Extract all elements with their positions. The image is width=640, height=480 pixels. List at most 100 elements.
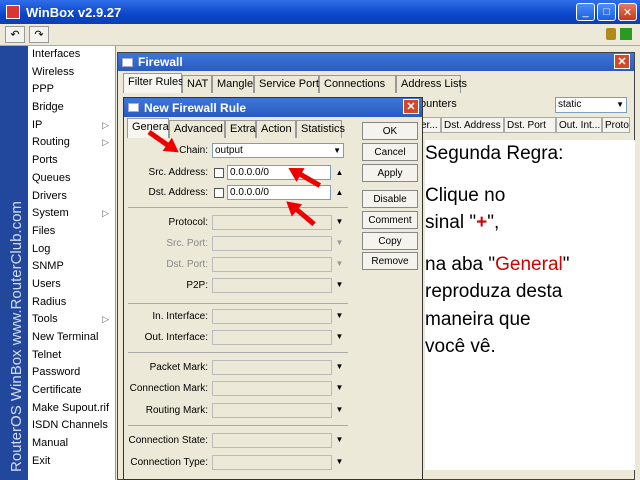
sidebar-item[interactable]: ISDN Channels [28, 417, 115, 435]
sidebar-item[interactable]: Users [28, 276, 115, 294]
instruction-note: Segunda Regra: Clique no sinal "+", na ab… [425, 140, 635, 470]
lock-icon [606, 28, 616, 40]
brand-bar: RouterOS WinBox www.RouterClub.com [0, 46, 28, 480]
chevron-down-icon[interactable]: ▼ [335, 362, 344, 372]
field-input[interactable] [212, 455, 332, 470]
chevron-down-icon[interactable]: ▼ [335, 280, 344, 290]
field-input[interactable] [212, 330, 332, 345]
field-label: In. Interface: [152, 311, 208, 322]
tab-firewall[interactable]: Filter Rules [123, 73, 184, 93]
dst-address-label: Dst. Address: [148, 187, 208, 198]
rule-button[interactable]: Copy [362, 232, 418, 250]
field-label: Routing Mark: [145, 405, 208, 416]
rule-button[interactable]: Cancel [362, 143, 418, 161]
sidebar-item[interactable]: New Terminal [28, 329, 115, 347]
sidebar-item[interactable]: Certificate [28, 382, 115, 400]
sidebar-menu: Interfaces Wireless PPP Bridge IP ▷ Routing ▷ Po… [28, 46, 116, 480]
rule-button[interactable]: Remove [362, 252, 418, 270]
sidebar-item[interactable]: SNMP [28, 258, 115, 276]
counters-label[interactable]: ounters [418, 97, 498, 113]
field-label: Connection Type: [130, 457, 208, 468]
sidebar-item-label: Exit [32, 454, 51, 467]
tab-rule[interactable]: Extra [225, 120, 256, 138]
tab-firewall[interactable]: Address Lists [396, 75, 467, 93]
caret-up-icon[interactable]: ▲ [335, 188, 344, 198]
note-line2b: sinal " [425, 212, 477, 234]
field-label: Dst. Port: [166, 259, 208, 270]
chevron-down-icon[interactable]: ▼ [335, 405, 344, 415]
redo-icon[interactable]: ↷ [29, 26, 49, 43]
sidebar-item[interactable]: PPP [28, 81, 115, 99]
chevron-down-icon[interactable]: ▼ [335, 217, 344, 227]
src-address-not-checkbox[interactable] [214, 168, 224, 178]
divider [128, 207, 348, 208]
tab-rule[interactable]: Action [256, 120, 296, 138]
rule-title: New Firewall Rule [144, 100, 247, 115]
sidebar-item[interactable]: Log [28, 241, 115, 259]
field-input [212, 257, 332, 272]
tab-firewall[interactable]: NAT [182, 75, 212, 93]
field-label: Connection State: [128, 435, 209, 446]
sidebar-item[interactable]: Files [28, 223, 115, 241]
rule-button[interactable]: Comment [362, 211, 418, 229]
firewall-close-icon[interactable]: ✕ [614, 54, 630, 69]
sidebar-item[interactable]: Make Supout.rif [28, 400, 115, 418]
note-line3d: maneira que [425, 308, 531, 330]
tab-firewall[interactable]: Connections [319, 75, 396, 93]
sidebar-item[interactable]: Manual [28, 435, 115, 453]
close-button[interactable]: ✕ [618, 3, 637, 21]
sidebar-item[interactable]: IP ▷ [28, 117, 115, 135]
field-input[interactable] [212, 403, 332, 418]
column-header[interactable]: Dst. Address [441, 117, 504, 133]
sidebar-item[interactable]: Radius [28, 294, 115, 312]
chain-select[interactable]: output ▼ [212, 143, 344, 158]
status-icon [620, 28, 632, 40]
column-header[interactable]: Dst. Port [504, 117, 556, 133]
sidebar-item-label: Drivers [32, 189, 67, 202]
field-input[interactable] [212, 309, 332, 324]
sidebar-item[interactable]: Interfaces [28, 46, 115, 64]
firewall-title: Firewall [138, 55, 183, 69]
chevron-right-icon: ▷ [102, 137, 109, 148]
field-input[interactable] [212, 360, 332, 375]
filter-select[interactable]: static ▼ [555, 97, 627, 113]
sidebar-item[interactable]: Queues [28, 170, 115, 188]
tab-rule[interactable]: Advanced [169, 120, 225, 138]
column-header[interactable]: Out. Int... [556, 117, 602, 133]
field-input[interactable] [212, 278, 332, 293]
sidebar-item-label: Queues [32, 171, 71, 184]
rule-close-icon[interactable]: ✕ [403, 99, 419, 114]
sidebar-item[interactable]: Tools ▷ [28, 311, 115, 329]
rule-button[interactable]: Apply [362, 164, 418, 182]
chevron-down-icon[interactable]: ▼ [335, 457, 344, 467]
column-header[interactable]: Proto. [602, 117, 630, 133]
chevron-down-icon[interactable]: ▼ [335, 435, 344, 445]
sidebar-item[interactable]: Telnet [28, 347, 115, 365]
sidebar-item[interactable]: Wireless [28, 64, 115, 82]
chevron-down-icon[interactable]: ▼ [335, 311, 344, 321]
sidebar-item[interactable]: Password [28, 364, 115, 382]
sidebar-item[interactable]: Routing ▷ [28, 134, 115, 152]
dst-address-not-checkbox[interactable] [214, 188, 224, 198]
minimize-button[interactable]: _ [576, 3, 595, 21]
sidebar-item-label: System [32, 207, 69, 220]
field-input[interactable] [212, 433, 332, 448]
sidebar-item[interactable]: Drivers [28, 188, 115, 206]
field-input[interactable] [212, 381, 332, 396]
caret-up-icon[interactable]: ▲ [335, 168, 344, 178]
sidebar-item[interactable]: Bridge [28, 99, 115, 117]
sidebar-item[interactable]: System ▷ [28, 205, 115, 223]
sidebar-item[interactable]: Ports [28, 152, 115, 170]
tab-rule[interactable]: Statistics [296, 120, 345, 138]
tab-firewall[interactable]: Mangle [212, 75, 254, 93]
tab-firewall[interactable]: Service Ports [254, 75, 324, 93]
rule-button[interactable]: OK [362, 122, 418, 140]
undo-icon[interactable]: ↶ [5, 26, 25, 43]
sidebar-item-label: Certificate [32, 384, 82, 397]
chevron-down-icon: ▼ [335, 238, 344, 247]
rule-button[interactable]: Disable [362, 190, 418, 208]
chevron-down-icon[interactable]: ▼ [335, 383, 344, 393]
sidebar-item[interactable]: Exit [28, 453, 115, 471]
maximize-button[interactable]: □ [597, 3, 616, 21]
chevron-down-icon[interactable]: ▼ [335, 332, 344, 342]
